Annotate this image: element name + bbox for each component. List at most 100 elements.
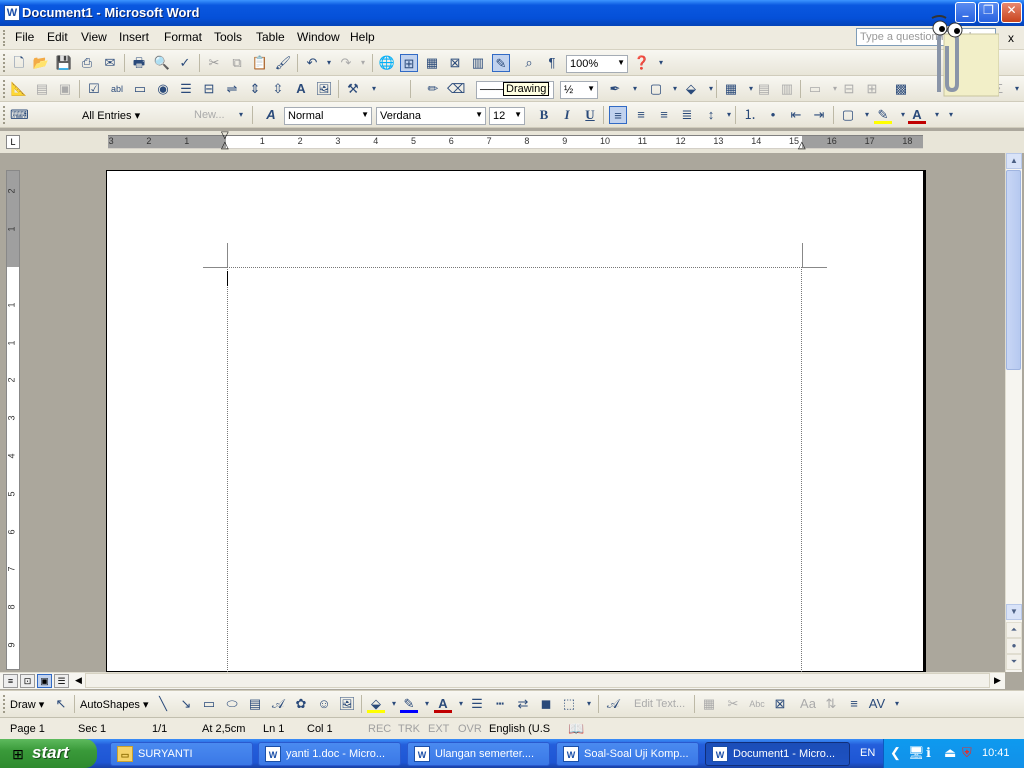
eraser-icon[interactable]: ⌫ <box>447 80 465 98</box>
document-map-icon[interactable]: ⌕ <box>520 54 538 72</box>
redo-dropdown-icon[interactable]: ▾ <box>354 54 372 72</box>
network-icon[interactable]: 🖥 <box>908 745 925 761</box>
toolbar-options-icon[interactable]: ▾ <box>580 695 598 713</box>
tables-borders-icon[interactable]: ⊞ <box>400 54 418 72</box>
menu-table[interactable]: Table <box>256 30 285 44</box>
toolbar-options-icon[interactable]: ▾ <box>888 695 906 713</box>
decrease-indent-icon[interactable]: ⇤ <box>787 106 805 124</box>
wordart-gallery-icon[interactable]: ▦ <box>700 695 718 713</box>
text-wrapping-icon[interactable]: ⊠ <box>771 695 789 713</box>
split-cells-icon[interactable]: ▥ <box>778 80 796 98</box>
zoom-dropdown[interactable]: 100% ▼ <box>566 55 628 73</box>
insert-picture-icon[interactable]: 🖼 <box>338 695 356 713</box>
edit-text-button[interactable]: Edit Text... <box>634 698 685 710</box>
web-layout-view-button[interactable]: ⊡ <box>20 674 35 688</box>
outside-border-icon[interactable]: ▢ <box>647 80 665 98</box>
copy-icon[interactable]: ⧉ <box>228 54 246 72</box>
character-spacing-icon[interactable]: AV <box>868 695 886 713</box>
redo-icon[interactable]: ↷ <box>337 54 355 72</box>
toolbar-options-icon[interactable]: ▾ <box>365 80 383 98</box>
status-trk[interactable]: TRK <box>398 723 420 735</box>
toolbar-options-icon[interactable]: ▾ <box>652 54 670 72</box>
paste-icon[interactable]: 📋 <box>251 54 269 72</box>
merge-cells-icon[interactable]: ▤ <box>755 80 773 98</box>
word-doc-icon[interactable]: W <box>4 5 20 21</box>
columns-icon[interactable]: ▥ <box>469 54 487 72</box>
arrow-style-icon[interactable]: ⇄ <box>514 695 532 713</box>
menu-window[interactable]: Window <box>297 30 340 44</box>
dash-style-icon[interactable]: ┅ <box>491 695 509 713</box>
numbering-icon[interactable]: ⒈ <box>741 106 759 124</box>
same-letter-heights-icon[interactable]: Aa <box>799 695 817 713</box>
bold-button[interactable]: B <box>535 106 553 124</box>
arrow-icon[interactable]: ↘ <box>177 695 195 713</box>
text-boundary[interactable] <box>227 267 802 672</box>
undo-icon[interactable]: ↶ <box>303 54 321 72</box>
design-mode-icon[interactable]: 📐 <box>10 80 28 98</box>
toolbar-options-icon[interactable]: ▾ <box>1008 80 1024 98</box>
scroll-up-button[interactable]: ▲ <box>1006 153 1022 169</box>
taskbar-item[interactable]: W Document1 - Micro... <box>705 742 850 766</box>
alignment-icon[interactable]: ≡ <box>845 695 863 713</box>
align-right-icon[interactable]: ≡ <box>655 106 673 124</box>
chevron-left-icon[interactable]: ❮ <box>890 745 901 761</box>
status-ovr[interactable]: OVR <box>458 723 482 735</box>
menu-edit[interactable]: Edit <box>47 30 68 44</box>
new-document-icon[interactable]: 🗋 <box>10 54 28 72</box>
font-size-dropdown[interactable]: 12 ▼ <box>489 107 525 125</box>
info-icon[interactable]: ℹ <box>926 745 931 761</box>
wordart-icon[interactable]: 𝒜 <box>269 695 287 713</box>
increase-indent-icon[interactable]: ⇥ <box>810 106 828 124</box>
permission-icon[interactable]: ⎙ <box>78 54 96 72</box>
all-entries-menu[interactable]: All Entries ▾ <box>82 109 140 122</box>
align-left-icon[interactable]: ≡ <box>609 106 627 124</box>
toolbar-options-icon[interactable]: ▾ <box>232 106 250 124</box>
vertical-ruler[interactable]: 21112345678910 <box>6 170 20 688</box>
chevron-down-icon[interactable]: ▾ <box>702 80 720 98</box>
vertical-scroll-thumb[interactable] <box>1006 170 1021 370</box>
hanging-indent-marker[interactable]: △ <box>221 141 229 151</box>
title-bar[interactable]: W Document1 - Microsoft Word _ ❐ ✕ <box>0 0 1024 26</box>
drawing-icon[interactable]: ✎ <box>492 54 510 72</box>
image-control-icon[interactable]: 🖼 <box>315 80 333 98</box>
close-button[interactable]: ✕ <box>1001 2 1022 23</box>
taskbar-item[interactable]: W Soal-Soal Uji Komp... <box>556 742 699 766</box>
tab-selector[interactable]: L <box>6 135 20 149</box>
right-indent-marker[interactable]: △ <box>798 141 806 151</box>
taskbar-item[interactable]: W Ulangan semerter.... <box>407 742 550 766</box>
3d-style-icon[interactable]: ⬚ <box>560 695 578 713</box>
chevron-down-icon[interactable]: ▾ <box>626 80 644 98</box>
menu-help[interactable]: Help <box>350 30 375 44</box>
horizontal-scroll-thumb[interactable] <box>85 673 990 688</box>
print-layout-view-button[interactable]: ▣ <box>37 674 52 688</box>
table-autoformat-icon[interactable]: ▩ <box>892 80 910 98</box>
fill-color-icon[interactable]: ⬙ <box>367 695 385 713</box>
label-control-icon[interactable]: A <box>292 80 310 98</box>
font-color-icon[interactable]: A <box>434 695 452 713</box>
email-icon[interactable]: ✉ <box>101 54 119 72</box>
rectangle-icon[interactable]: ▭ <box>200 695 218 713</box>
line-style-icon[interactable]: ☰ <box>468 695 486 713</box>
style-dropdown[interactable]: Normal ▼ <box>284 107 372 125</box>
line-spacing-icon[interactable]: ↕ <box>702 106 720 124</box>
line-icon[interactable]: ╲ <box>154 695 172 713</box>
view-code-icon[interactable]: ▣ <box>56 80 74 98</box>
status-ext[interactable]: EXT <box>428 723 449 735</box>
menu-grip[interactable] <box>3 30 6 46</box>
listbox-icon[interactable]: ☰ <box>177 80 195 98</box>
bullets-icon[interactable]: • <box>764 106 782 124</box>
horizontal-ruler[interactable]: 3 2 1 1 2 3 4 5 6 7 8 9 10 11 12 13 14 15 16 17 18 ▽ △ △ <box>108 131 923 151</box>
spin-button-icon[interactable]: ⇕ <box>246 80 264 98</box>
scroll-down-button[interactable]: ▼ <box>1006 604 1022 620</box>
toggle-button-icon[interactable]: ⇌ <box>223 80 241 98</box>
first-line-indent-marker[interactable]: ▽ <box>221 131 229 141</box>
align-center-icon[interactable]: ≡ <box>632 106 650 124</box>
autoshapes-menu[interactable]: AutoShapes ▾ <box>80 698 149 711</box>
format-wordart-icon[interactable]: ✂ <box>724 695 742 713</box>
taskbar-item[interactable]: Wyanti 1.doc - Micro... <box>258 742 401 766</box>
print-preview-icon[interactable]: 🔍 <box>153 54 171 72</box>
checkbox-control-icon[interactable]: ☑ <box>85 80 103 98</box>
previous-page-button[interactable]: ⏶ <box>1006 622 1022 638</box>
spelling-icon[interactable]: ✓ <box>176 54 194 72</box>
save-icon[interactable]: 💾 <box>55 54 73 72</box>
